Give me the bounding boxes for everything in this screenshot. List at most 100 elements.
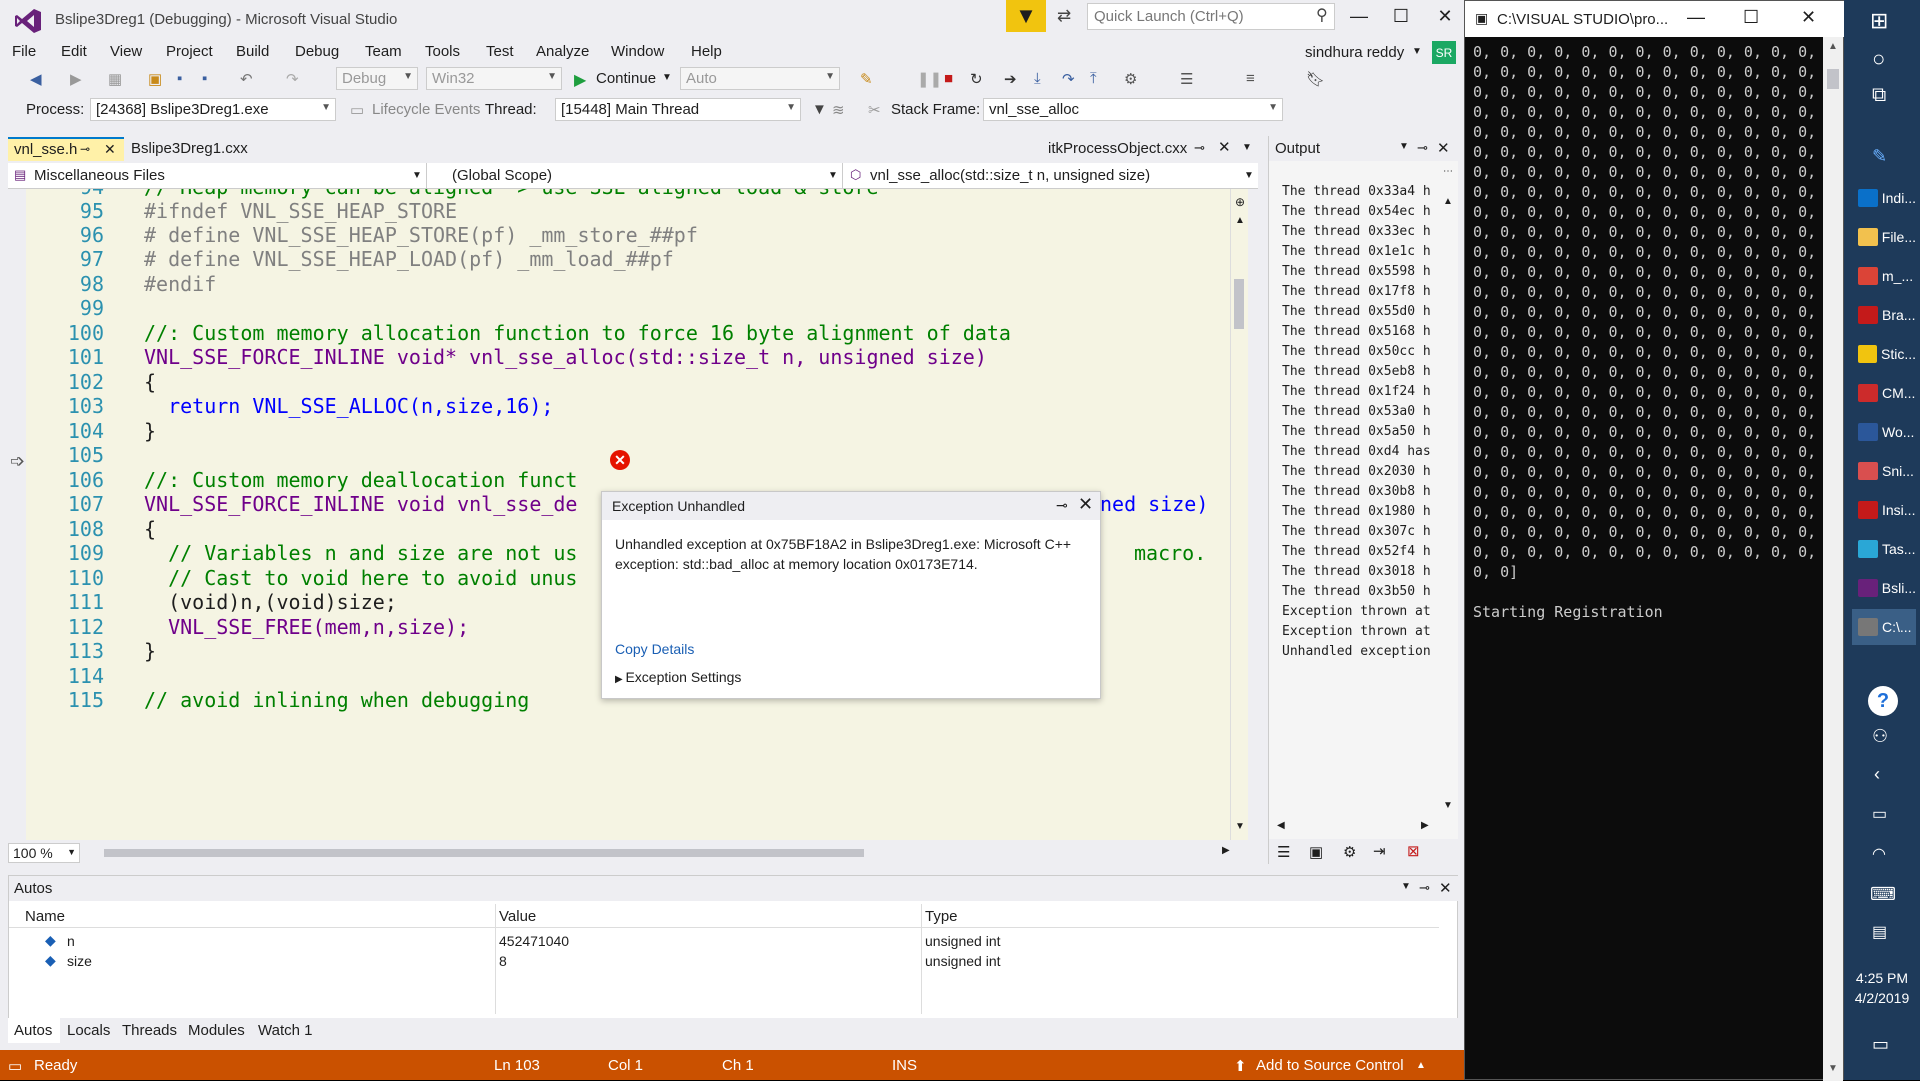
options-icon[interactable]: ⋯	[1443, 166, 1453, 177]
scroll-up-icon[interactable]: ▲	[1235, 215, 1245, 226]
horizontal-scrollbar-thumb[interactable]	[104, 849, 864, 857]
open-file-icon[interactable]: ▣	[148, 70, 162, 88]
lifecycle-events-button[interactable]: Lifecycle Events	[372, 101, 480, 118]
copy-details-link[interactable]: Copy Details	[615, 641, 694, 657]
tab-autos[interactable]: Autos	[14, 1022, 52, 1039]
tab-bslipe3dreg1-cxx[interactable]: Bslipe3Dreg1.cxx	[131, 140, 248, 157]
bookmark-icon[interactable]: 🔖︎	[1306, 70, 1325, 88]
menu-analyze[interactable]: Analyze	[536, 43, 589, 60]
taskbar-app[interactable]: Sni...	[1852, 453, 1916, 489]
task-view-icon[interactable]: ⧉	[1872, 84, 1886, 107]
configuration-select[interactable]: Debug ▼	[336, 67, 418, 90]
close-icon[interactable]: ✕	[1078, 494, 1093, 515]
close-icon[interactable]: ✕	[104, 141, 116, 158]
auto-select[interactable]: Auto ▼	[680, 67, 840, 90]
continue-button[interactable]: Continue	[596, 70, 656, 87]
threads-icon[interactable]: ≋	[832, 101, 845, 119]
maximize-button[interactable]: ☐	[1384, 6, 1418, 27]
save-all-icon[interactable]: ▪	[202, 70, 207, 87]
close-button[interactable]: ✕	[1428, 6, 1462, 27]
taskbar-app[interactable]: Insi...	[1852, 492, 1916, 528]
autos-value[interactable]: 452471040	[499, 933, 569, 949]
taskbar-app[interactable]: Indi...	[1852, 180, 1916, 216]
error-icon[interactable]: ✕	[610, 450, 630, 470]
outline-icon[interactable]: ≡	[1246, 70, 1255, 87]
scope-dropdown[interactable]: (Global Scope)	[452, 167, 552, 184]
pin-icon[interactable]: ⊸	[1417, 140, 1428, 156]
scrollbar-thumb[interactable]	[1234, 279, 1244, 329]
user-name[interactable]: sindhura reddy	[1305, 44, 1404, 61]
menu-help[interactable]: Help	[691, 43, 722, 60]
continue-play-icon[interactable]: ▶	[574, 70, 586, 90]
diagnostics-icon[interactable]: ⚙	[1124, 70, 1137, 88]
chevron-down-icon[interactable]: ▼	[1244, 170, 1254, 181]
lifecycle-icon[interactable]: ▭	[350, 101, 364, 119]
chevron-down-icon[interactable]: ▼	[828, 170, 838, 181]
restart-icon[interactable]: ↻	[970, 70, 983, 88]
feedback-icon[interactable]: ⇄	[1057, 6, 1071, 26]
step-into-icon[interactable]: ⤓	[1034, 70, 1041, 87]
export-icon[interactable]: ⇥	[1373, 842, 1386, 860]
console-scrollbar[interactable]: ▲ ▼	[1823, 37, 1843, 1081]
chevron-down-icon[interactable]: ▼	[1401, 881, 1411, 892]
pause-icon[interactable]: ❚❚	[917, 70, 942, 88]
menu-test[interactable]: Test	[486, 43, 514, 60]
chevron-left-icon[interactable]: ‹	[1874, 764, 1880, 785]
action-center-icon[interactable]: ▭	[1872, 1034, 1889, 1055]
menu-window[interactable]: Window	[611, 43, 664, 60]
taskbar-app[interactable]: File...	[1852, 219, 1916, 255]
people-icon[interactable]: ⚇	[1872, 726, 1888, 747]
scroll-right-icon[interactable]: ▶	[1421, 820, 1429, 831]
autos-value[interactable]: 8	[499, 953, 507, 969]
menu-debug[interactable]: Debug	[295, 43, 339, 60]
minimize-button[interactable]: —	[1687, 7, 1705, 28]
taskbar-app[interactable]: Tas...	[1852, 531, 1916, 567]
minimize-button[interactable]: —	[1342, 6, 1376, 27]
filter-threads-icon[interactable]: ▼	[812, 101, 827, 118]
hot-reload-icon[interactable]: ✎	[860, 70, 873, 88]
wifi-icon[interactable]: ◠	[1872, 844, 1886, 864]
menu-file[interactable]: File	[12, 43, 36, 60]
tab-threads[interactable]: Threads	[122, 1022, 177, 1039]
column-header-name[interactable]: Name	[25, 908, 65, 925]
notification-flag-icon[interactable]: ▼	[1006, 0, 1046, 32]
pin-icon[interactable]: ⊸	[1194, 140, 1205, 156]
stack-frame-select[interactable]: vnl_sse_alloc ▼	[983, 98, 1283, 121]
menu-view[interactable]: View	[110, 43, 142, 60]
format-icon[interactable]: ☰	[1180, 70, 1193, 88]
chevron-down-icon[interactable]: ▼	[412, 170, 422, 181]
chevron-up-icon[interactable]: ▲	[1416, 1060, 1426, 1071]
clear-icon[interactable]: ⊠	[1407, 842, 1420, 860]
show-next-statement-icon[interactable]: ➔	[1004, 70, 1017, 88]
pinned-app-icon[interactable]: ✎	[1872, 146, 1887, 167]
maximize-button[interactable]: ☐	[1743, 7, 1759, 28]
member-dropdown[interactable]: vnl_sse_alloc(std::size_t n, unsigned si…	[870, 167, 1150, 184]
scroll-up-icon[interactable]: ▲	[1828, 41, 1838, 52]
taskbar-app[interactable]: C:\...	[1852, 609, 1916, 645]
list-icon[interactable]: ☰	[1277, 843, 1290, 861]
thread-select[interactable]: [15448] Main Thread ▼	[555, 98, 801, 121]
tab-watch-1[interactable]: Watch 1	[258, 1022, 312, 1039]
editor-vertical-scrollbar[interactable]: ⊕ ▲ ▼	[1230, 189, 1248, 840]
clock-date[interactable]: 4/2/2019	[1844, 990, 1920, 1006]
stop-icon[interactable]: ■	[944, 70, 953, 87]
taskbar-app[interactable]: Bra...	[1852, 297, 1916, 333]
column-header-value[interactable]: Value	[499, 908, 536, 925]
avatar[interactable]: SR	[1432, 41, 1456, 65]
redo-icon[interactable]: ↷	[286, 70, 299, 88]
chevron-down-icon[interactable]: ▼	[1399, 141, 1409, 152]
column-header-type[interactable]: Type	[925, 908, 958, 925]
scroll-right-icon[interactable]: ▶	[1222, 845, 1230, 856]
close-icon[interactable]: ✕	[1439, 879, 1452, 897]
scroll-left-icon[interactable]: ◀	[1277, 820, 1285, 831]
quick-launch-input[interactable]: Quick Launch (Ctrl+Q)	[1087, 3, 1335, 30]
add-to-source-control-button[interactable]: Add to Source Control	[1256, 1057, 1404, 1074]
process-select[interactable]: [24368] Bslipe3Dreg1.exe ▼	[90, 98, 336, 121]
platform-select[interactable]: Win32 ▼	[426, 67, 562, 90]
step-over-icon[interactable]: ↷	[1062, 70, 1075, 88]
battery-icon[interactable]: ▭	[1872, 804, 1887, 824]
debug-icon[interactable]: ⚙	[1343, 843, 1356, 861]
project-dropdown[interactable]: Miscellaneous Files	[34, 167, 165, 184]
tab-modules[interactable]: Modules	[188, 1022, 245, 1039]
taskbar-app[interactable]: Stic...	[1852, 336, 1916, 372]
